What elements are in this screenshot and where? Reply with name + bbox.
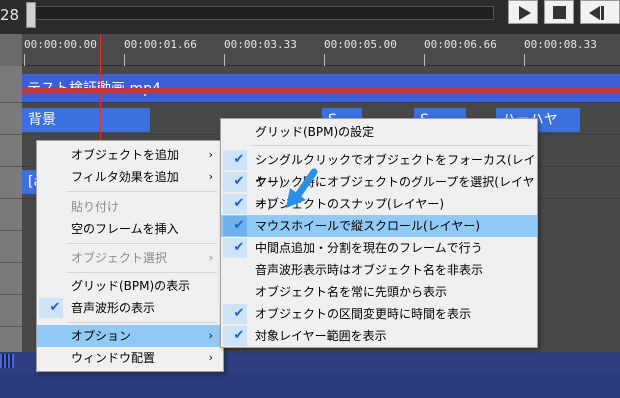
option-single-click-focus[interactable]: ✔ シングルクリックでオブジェクトをフォーカス(レイヤー) [221,149,537,189]
menu-item-show-grid[interactable]: グリッド(BPM)の表示 [37,275,223,297]
background-object[interactable]: 背景 [22,108,150,132]
seek-bar[interactable] [26,6,494,20]
checkmark-icon: ✔ [233,240,245,255]
chevron-right-icon: › [208,148,213,161]
option-name-from-start[interactable]: オブジェクト名を常に先頭から表示 [221,281,537,303]
chevron-right-icon: › [208,329,213,342]
checkmark-icon: ✔ [233,218,245,233]
chevron-right-icon: › [208,251,213,264]
menu-item-insert-empty-frame[interactable]: 空のフレームを挿入 [37,218,223,240]
status-strip [0,374,620,398]
checkmark-icon: ✔ [233,174,245,189]
ruler-tick: 00:00:01.66 [124,38,197,51]
ruler-tick: 00:00:06.66 [424,38,497,51]
option-wheel-vertical-scroll[interactable]: ✔ マウスホイールで縦スクロール(レイヤー) [221,215,537,237]
ruler-tick: 00:00:08.33 [524,38,597,51]
play-icon [519,6,531,20]
audio-waveform [22,88,620,94]
menu-item-window-layout[interactable]: ウィンドウ配置 › [37,347,223,369]
checkmark-icon: ✔ [233,152,245,167]
option-show-time-on-change[interactable]: ✔ オブジェクトの区間変更時に時間を表示 [221,303,537,325]
chevron-right-icon: › [208,170,213,183]
prev-frame-button[interactable] [580,0,620,24]
seek-handle[interactable] [26,2,36,28]
checkmark-icon: ✔ [233,196,245,211]
option-object-snap[interactable]: ✔ オブジェクトのスナップ(レイヤー) [221,193,537,215]
menu-item-add-object[interactable]: オブジェクトを追加 › [37,144,223,166]
prev-frame-icon [589,6,600,20]
stop-button[interactable] [544,0,574,24]
annotation-arrow-icon [286,168,318,208]
chevron-right-icon: › [208,351,213,364]
menu-item-select-object[interactable]: オブジェクト選択 › [37,247,223,269]
options-submenu: グリッド(BPM)の設定 ✔ シングルクリックでオブジェクトをフォーカス(レイヤ… [220,118,538,348]
option-show-target-layer-range[interactable]: ✔ 対象レイヤー範囲を表示 [221,325,537,347]
ruler-tick: 00:00:00.00 [24,38,97,51]
ruler-corner [0,34,22,66]
frame-number: 28 [0,6,20,24]
option-hide-name-with-waveform[interactable]: 音声波形表示時はオブジェクト名を非表示 [221,259,537,281]
option-midpoint-current-frame[interactable]: ✔ 中間点追加・分割を現在のフレームで行う [221,237,537,259]
menu-item-options[interactable]: オプション › [37,325,223,347]
background-object-label: 背景 [28,112,56,128]
checkmark-icon: ✔ [233,328,245,343]
layer-headers[interactable] [0,66,22,354]
menu-item-paste[interactable]: 貼り付け [37,196,223,218]
menu-item-show-waveform[interactable]: ✔ 音声波形の表示 [37,297,223,319]
stop-icon [553,6,566,19]
option-grid-settings[interactable]: グリッド(BPM)の設定 [221,121,537,143]
time-ruler[interactable]: 00:00:00.00 00:00:01.66 00:00:03.33 00:0… [0,34,620,66]
scrollbar-thumb[interactable] [0,354,14,368]
ruler-tick: 00:00:03.33 [224,38,297,51]
option-select-group[interactable]: ✔ クリック時にオブジェクトのグループを選択(レイヤー) [221,171,537,211]
checkmark-icon: ✔ [233,306,245,321]
menu-item-add-filter[interactable]: フィルタ効果を追加 › [37,166,223,188]
ruler-tick: 00:00:05.00 [324,38,397,51]
timeline-context-menu: オブジェクトを追加 › フィルタ効果を追加 › 貼り付け 空のフレームを挿入 オ… [36,140,224,372]
play-button[interactable] [508,0,538,24]
checkmark-icon: ✔ [49,300,61,315]
